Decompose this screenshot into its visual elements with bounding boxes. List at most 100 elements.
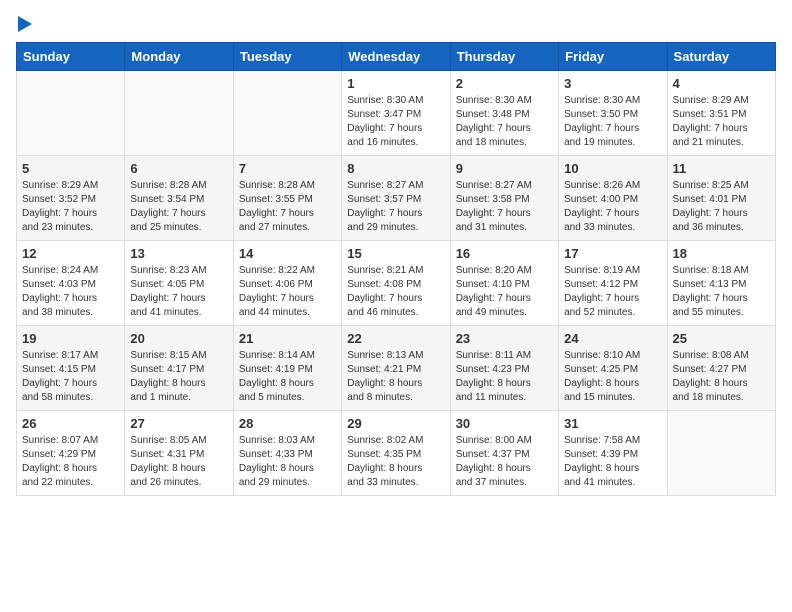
calendar-cell: 31 Sunrise: 7:58 AMSunset: 4:39 PMDayligh… <box>559 411 667 496</box>
calendar-cell: 3 Sunrise: 8:30 AMSunset: 3:50 PMDaylight… <box>559 71 667 156</box>
day-number: 1 <box>347 76 444 91</box>
logo-arrow-icon <box>18 16 32 32</box>
calendar-cell: 19Sunrise: 8:17 AMSunset: 4:15 PMDayligh… <box>17 326 125 411</box>
calendar-cell: 11 Sunrise: 8:25 AMSunset: 4:01 PMDayligh… <box>667 156 775 241</box>
day-number: 9 <box>456 161 553 176</box>
day-number: 13 <box>130 246 227 261</box>
calendar-cell <box>667 411 775 496</box>
calendar-cell: 1 Sunrise: 8:30 AMSunset: 3:47 PMDaylight… <box>342 71 450 156</box>
day-info: Sunrise: 8:29 AMSunset: 3:52 PMDaylight:… <box>22 179 119 235</box>
day-number: 22 <box>347 331 444 346</box>
calendar-cell: 17 Sunrise: 8:19 AMSunset: 4:12 PMDayligh… <box>559 241 667 326</box>
day-number: 15 <box>347 246 444 261</box>
day-number: 4 <box>673 76 770 91</box>
day-number: 14 <box>239 246 336 261</box>
col-header-saturday: Saturday <box>667 43 775 71</box>
calendar-cell: 30 Sunrise: 8:00 AMSunset: 4:37 PMDayligh… <box>450 411 558 496</box>
calendar-cell: 18Sunrise: 8:18 AMSunset: 4:13 PMDayligh… <box>667 241 775 326</box>
day-number: 25 <box>673 331 770 346</box>
day-info: Sunrise: 8:02 AMSunset: 4:35 PMDaylight:… <box>347 434 444 490</box>
day-number: 24 <box>564 331 661 346</box>
day-number: 16 <box>456 246 553 261</box>
day-info: Sunrise: 8:22 AMSunset: 4:06 PMDaylight:… <box>239 264 336 320</box>
calendar-cell: 13 Sunrise: 8:23 AMSunset: 4:05 PMDayligh… <box>125 241 233 326</box>
day-info: Sunrise: 8:23 AMSunset: 4:05 PMDaylight:… <box>130 264 227 320</box>
day-number: 11 <box>673 161 770 176</box>
calendar-cell: 21Sunrise: 8:14 AMSunset: 4:19 PMDayligh… <box>233 326 341 411</box>
day-info: Sunrise: 8:30 AMSunset: 3:50 PMDaylight:… <box>564 94 661 150</box>
day-info: Sunrise: 8:13 AMSunset: 4:21 PMDaylight:… <box>347 349 444 405</box>
calendar-table: SundayMondayTuesdayWednesdayThursdayFrid… <box>16 42 776 496</box>
day-info: Sunrise: 8:25 AMSunset: 4:01 PMDaylight:… <box>673 179 770 235</box>
calendar-cell: 7 Sunrise: 8:28 AMSunset: 3:55 PMDaylight… <box>233 156 341 241</box>
day-number: 17 <box>564 246 661 261</box>
day-info: Sunrise: 8:28 AMSunset: 3:54 PMDaylight:… <box>130 179 227 235</box>
day-number: 7 <box>239 161 336 176</box>
calendar-cell: 23Sunrise: 8:11 AMSunset: 4:23 PMDayligh… <box>450 326 558 411</box>
calendar-cell: 25 Sunrise: 8:08 AMSunset: 4:27 PMDayligh… <box>667 326 775 411</box>
calendar-week-row: 26 Sunrise: 8:07 AMSunset: 4:29 PMDayligh… <box>17 411 776 496</box>
calendar-cell: 29 Sunrise: 8:02 AMSunset: 4:35 PMDayligh… <box>342 411 450 496</box>
calendar-cell: 2Sunrise: 8:30 AMSunset: 3:48 PMDaylight… <box>450 71 558 156</box>
day-number: 29 <box>347 416 444 431</box>
day-info: Sunrise: 8:05 AMSunset: 4:31 PMDaylight:… <box>130 434 227 490</box>
col-header-tuesday: Tuesday <box>233 43 341 71</box>
col-header-friday: Friday <box>559 43 667 71</box>
calendar-cell <box>233 71 341 156</box>
calendar-week-row: 1 Sunrise: 8:30 AMSunset: 3:47 PMDaylight… <box>17 71 776 156</box>
day-info: Sunrise: 8:30 AMSunset: 3:47 PMDaylight:… <box>347 94 444 150</box>
day-info: Sunrise: 8:10 AMSunset: 4:25 PMDaylight:… <box>564 349 661 405</box>
day-info: Sunrise: 8:26 AMSunset: 4:00 PMDaylight:… <box>564 179 661 235</box>
logo <box>16 16 32 32</box>
calendar-cell: 27 Sunrise: 8:05 AMSunset: 4:31 PMDayligh… <box>125 411 233 496</box>
day-info: Sunrise: 8:27 AMSunset: 3:58 PMDaylight:… <box>456 179 553 235</box>
page-header <box>16 16 776 32</box>
day-number: 19 <box>22 331 119 346</box>
day-info: Sunrise: 8:29 AMSunset: 3:51 PMDaylight:… <box>673 94 770 150</box>
day-number: 27 <box>130 416 227 431</box>
calendar-cell: 26 Sunrise: 8:07 AMSunset: 4:29 PMDayligh… <box>17 411 125 496</box>
day-info: Sunrise: 8:15 AMSunset: 4:17 PMDaylight:… <box>130 349 227 405</box>
day-info: Sunrise: 7:58 AMSunset: 4:39 PMDaylight:… <box>564 434 661 490</box>
day-number: 21 <box>239 331 336 346</box>
day-number: 28 <box>239 416 336 431</box>
day-number: 12 <box>22 246 119 261</box>
day-number: 2 <box>456 76 553 91</box>
calendar-week-row: 19Sunrise: 8:17 AMSunset: 4:15 PMDayligh… <box>17 326 776 411</box>
calendar-week-row: 12Sunrise: 8:24 AMSunset: 4:03 PMDayligh… <box>17 241 776 326</box>
calendar-cell: 8Sunrise: 8:27 AMSunset: 3:57 PMDaylight… <box>342 156 450 241</box>
calendar-cell: 6 Sunrise: 8:28 AMSunset: 3:54 PMDaylight… <box>125 156 233 241</box>
day-info: Sunrise: 8:00 AMSunset: 4:37 PMDaylight:… <box>456 434 553 490</box>
calendar-cell: 12Sunrise: 8:24 AMSunset: 4:03 PMDayligh… <box>17 241 125 326</box>
day-number: 26 <box>22 416 119 431</box>
calendar-cell: 10 Sunrise: 8:26 AMSunset: 4:00 PMDayligh… <box>559 156 667 241</box>
calendar-cell: 16 Sunrise: 8:20 AMSunset: 4:10 PMDayligh… <box>450 241 558 326</box>
col-header-wednesday: Wednesday <box>342 43 450 71</box>
day-number: 30 <box>456 416 553 431</box>
day-info: Sunrise: 8:11 AMSunset: 4:23 PMDaylight:… <box>456 349 553 405</box>
day-info: Sunrise: 8:19 AMSunset: 4:12 PMDaylight:… <box>564 264 661 320</box>
col-header-sunday: Sunday <box>17 43 125 71</box>
col-header-monday: Monday <box>125 43 233 71</box>
day-info: Sunrise: 8:20 AMSunset: 4:10 PMDaylight:… <box>456 264 553 320</box>
calendar-cell: 5Sunrise: 8:29 AMSunset: 3:52 PMDaylight… <box>17 156 125 241</box>
day-number: 20 <box>130 331 227 346</box>
day-info: Sunrise: 8:08 AMSunset: 4:27 PMDaylight:… <box>673 349 770 405</box>
day-number: 31 <box>564 416 661 431</box>
day-info: Sunrise: 8:21 AMSunset: 4:08 PMDaylight:… <box>347 264 444 320</box>
calendar-cell: 22 Sunrise: 8:13 AMSunset: 4:21 PMDayligh… <box>342 326 450 411</box>
calendar-header-row: SundayMondayTuesdayWednesdayThursdayFrid… <box>17 43 776 71</box>
calendar-cell: 4 Sunrise: 8:29 AMSunset: 3:51 PMDaylight… <box>667 71 775 156</box>
calendar-cell: 20 Sunrise: 8:15 AMSunset: 4:17 PMDayligh… <box>125 326 233 411</box>
calendar-cell: 15 Sunrise: 8:21 AMSunset: 4:08 PMDayligh… <box>342 241 450 326</box>
day-info: Sunrise: 8:28 AMSunset: 3:55 PMDaylight:… <box>239 179 336 235</box>
calendar-cell <box>125 71 233 156</box>
day-number: 6 <box>130 161 227 176</box>
calendar-week-row: 5Sunrise: 8:29 AMSunset: 3:52 PMDaylight… <box>17 156 776 241</box>
day-info: Sunrise: 8:07 AMSunset: 4:29 PMDaylight:… <box>22 434 119 490</box>
day-info: Sunrise: 8:03 AMSunset: 4:33 PMDaylight:… <box>239 434 336 490</box>
day-number: 18 <box>673 246 770 261</box>
day-number: 3 <box>564 76 661 91</box>
calendar-cell: 14 Sunrise: 8:22 AMSunset: 4:06 PMDayligh… <box>233 241 341 326</box>
day-number: 10 <box>564 161 661 176</box>
